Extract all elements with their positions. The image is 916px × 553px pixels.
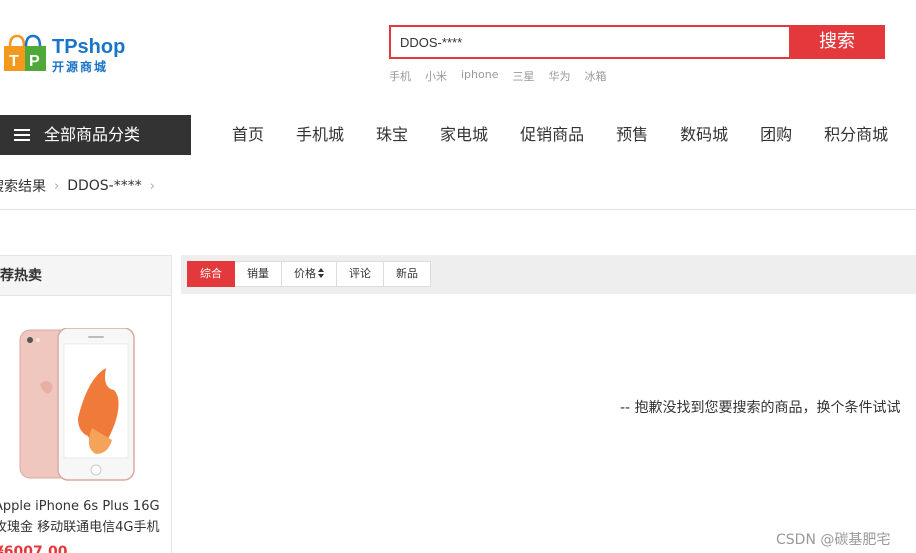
breadcrumb: 搜索结果 › DDOS-**** › [0, 176, 163, 196]
logo-icon-p: P [29, 53, 40, 70]
sort-tab-reviews[interactable]: 评论 [337, 261, 384, 287]
nav-item-presale[interactable]: 预售 [600, 115, 664, 155]
all-categories-label: 全部商品分类 [44, 125, 141, 144]
sort-tab-default[interactable]: 综合 [187, 261, 235, 287]
breadcrumb-keyword[interactable]: DDOS-**** [67, 178, 142, 194]
sidebar-product-price: ¥6007.00 [0, 544, 68, 553]
logo-subtitle: 开源商城 [52, 60, 109, 74]
search-input[interactable] [391, 27, 789, 57]
shopping-bag-icon: T P [4, 34, 46, 71]
hot-word-link[interactable]: iphone [461, 68, 498, 84]
csdn-watermark: CSDN @碳基肥宅 [776, 532, 891, 548]
nav-item-jewelry[interactable]: 珠宝 [360, 115, 424, 155]
search-box [389, 25, 789, 59]
nav-item-promotions[interactable]: 促销商品 [504, 115, 600, 155]
nav-item-phones[interactable]: 手机城 [280, 115, 360, 155]
empty-results-message: -- 抱歉没找到您要搜索的商品，换个条件试试 [620, 400, 901, 416]
nav-item-appliances[interactable]: 家电城 [424, 115, 504, 155]
sort-bar: 综合 销量 价格 评论 新品 [181, 255, 916, 294]
nav-item-home[interactable]: 首页 [216, 115, 280, 155]
hot-word-link[interactable]: 小米 [425, 68, 447, 84]
hot-word-link[interactable]: 华为 [548, 68, 570, 84]
chevron-right-icon: › [149, 178, 155, 194]
sidebar-product-name[interactable]: Apple iPhone 6s Plus 16G 玫瑰金 移动联通电信4G手机 [0, 496, 170, 538]
nav-item-groupbuy[interactable]: 团购 [744, 115, 808, 155]
sidebar-title: 推荐热卖 [0, 256, 171, 296]
sort-tab-sales[interactable]: 销量 [235, 261, 282, 287]
logo-icon-t: T [9, 53, 19, 70]
menu-icon [14, 129, 30, 141]
recommended-sidebar: 推荐热卖 Apple iPhone 6s Plus 16G 玫瑰金 移动联通电信… [0, 255, 172, 553]
site-logo[interactable]: T P TPshop 开源商城 [0, 28, 130, 76]
hot-word-link[interactable]: 三星 [512, 68, 534, 84]
nav-item-points-mall[interactable]: 积分商城 [808, 115, 904, 155]
iphone-product-image[interactable] [18, 328, 136, 482]
all-categories-menu[interactable]: 全部商品分类 [0, 115, 191, 155]
sort-tab-new[interactable]: 新品 [384, 261, 431, 287]
hot-words: 手机 小米 iphone 三星 华为 冰箱 [389, 68, 606, 84]
hot-word-link[interactable]: 手机 [389, 68, 411, 84]
hot-word-link[interactable]: 冰箱 [584, 68, 606, 84]
chevron-right-icon: › [54, 178, 60, 194]
search-button[interactable]: 搜索 [789, 25, 885, 59]
logo-brand: TPshop [52, 36, 126, 58]
sort-tab-price[interactable]: 价格 [282, 261, 337, 287]
nav-item-digital[interactable]: 数码城 [664, 115, 744, 155]
sort-arrows-icon [318, 268, 324, 278]
header-divider [0, 209, 916, 210]
main-nav: 首页 手机城 珠宝 家电城 促销商品 预售 数码城 团购 积分商城 [216, 115, 904, 155]
breadcrumb-search-results[interactable]: 搜索结果 [0, 176, 46, 196]
